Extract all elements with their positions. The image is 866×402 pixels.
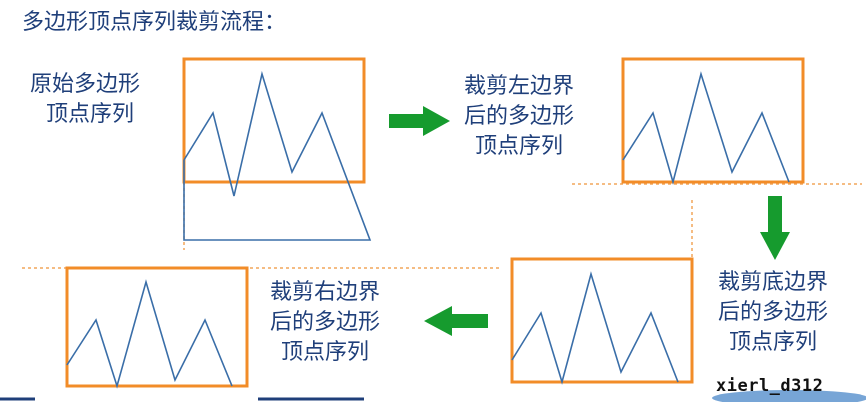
polygon-outline bbox=[183, 70, 372, 241]
label-clip-left: 裁剪左边界 后的多边形 顶点序列 bbox=[464, 72, 574, 162]
panel-clip-right bbox=[22, 266, 500, 389]
clip-window bbox=[182, 57, 366, 184]
polygon-outline bbox=[511, 271, 679, 385]
label-line: 原始多边形 bbox=[30, 72, 141, 97]
polygon-outline bbox=[622, 71, 790, 186]
label-line: 后的多边形 bbox=[464, 104, 575, 129]
arrow-down bbox=[760, 196, 790, 260]
watermark-text: xierl_d312 bbox=[716, 376, 824, 396]
label-line: 裁剪左边界 bbox=[464, 74, 575, 99]
label-line: 后的多边形 bbox=[270, 310, 381, 335]
label-line: 裁剪右边界 bbox=[270, 280, 381, 305]
label-clip-right: 裁剪右边界 后的多边形 顶点序列 bbox=[270, 278, 380, 368]
label-line: 后的多边形 bbox=[718, 300, 829, 325]
label-line: 顶点序列 bbox=[281, 340, 370, 365]
panel-clip-left bbox=[572, 57, 862, 186]
arrow-right bbox=[389, 106, 450, 136]
label-original: 原始多边形 顶点序列 bbox=[30, 70, 140, 130]
label-clip-bottom: 裁剪底边界 后的多边形 顶点序列 bbox=[718, 268, 828, 358]
arrow-left bbox=[424, 306, 488, 336]
clip-window bbox=[510, 257, 694, 384]
label-line: 顶点序列 bbox=[729, 330, 818, 355]
polygon-outline bbox=[66, 279, 233, 389]
panel-clip-bottom bbox=[510, 257, 694, 385]
clip-window bbox=[65, 266, 249, 388]
page-title: 多边形顶点序列裁剪流程： bbox=[22, 10, 287, 35]
clip-window bbox=[621, 57, 805, 184]
label-line: 顶点序列 bbox=[475, 134, 564, 159]
label-line: 顶点序列 bbox=[46, 102, 135, 127]
label-line: 裁剪底边界 bbox=[718, 270, 829, 295]
panel-original bbox=[182, 57, 372, 250]
